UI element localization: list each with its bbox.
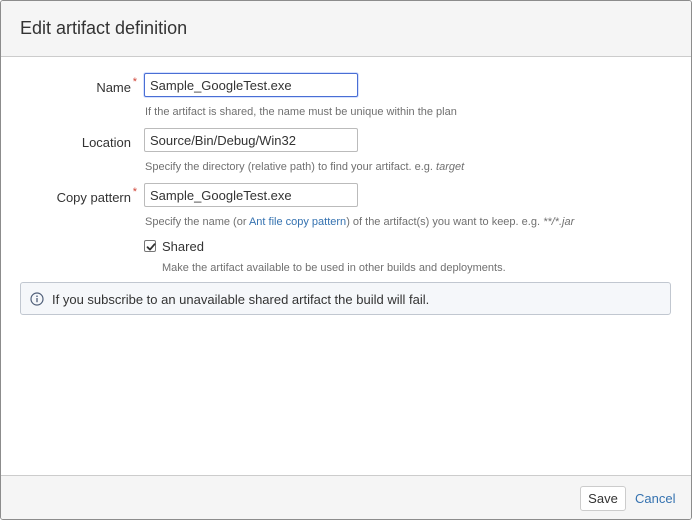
location-label: Location [81, 135, 131, 150]
required-mark: * [132, 76, 137, 88]
required-mark: * [132, 186, 137, 198]
copy-pattern-description-prefix: Specify the name (or [145, 216, 249, 228]
shared-label[interactable]: Shared [162, 239, 204, 254]
location-description: Specify the directory (relative path) to… [145, 161, 464, 173]
edit-artifact-dialog: Edit artifact definition Name * If the a… [0, 0, 692, 520]
info-icon [30, 292, 44, 306]
checkmark-icon [146, 243, 156, 251]
copy-pattern-description-middle: ) of the artifact(s) you want to keep. e… [346, 216, 544, 228]
copy-pattern-label: Copy pattern * [1, 186, 137, 205]
location-input[interactable] [144, 128, 358, 152]
dialog-footer: Save Cancel [1, 475, 691, 519]
location-description-example: target [436, 161, 465, 173]
name-description: If the artifact is shared, the name must… [145, 106, 457, 118]
copy-pattern-label-text: Copy pattern [56, 190, 131, 205]
info-message-text: If you subscribe to an unavailable share… [52, 292, 430, 307]
copy-pattern-description: Specify the name (or Ant file copy patte… [145, 216, 574, 228]
shared-checkbox[interactable] [144, 240, 156, 252]
location-description-text: Specify the directory (relative path) to… [145, 161, 437, 173]
name-label: Name * [1, 76, 137, 95]
copy-pattern-description-example: **/*.jar [543, 216, 575, 228]
copy-pattern-input[interactable] [144, 183, 358, 207]
dialog-title: Edit artifact definition [20, 18, 188, 38]
cancel-link[interactable]: Cancel [635, 491, 675, 506]
name-label-text: Name [96, 80, 131, 95]
name-input[interactable] [144, 73, 358, 97]
save-button[interactable]: Save [580, 486, 626, 511]
ant-file-copy-pattern-link[interactable]: Ant file copy pattern [249, 216, 346, 228]
info-message: If you subscribe to an unavailable share… [20, 282, 671, 315]
dialog-header: Edit artifact definition [1, 1, 691, 57]
shared-description: Make the artifact available to be used i… [162, 262, 506, 274]
